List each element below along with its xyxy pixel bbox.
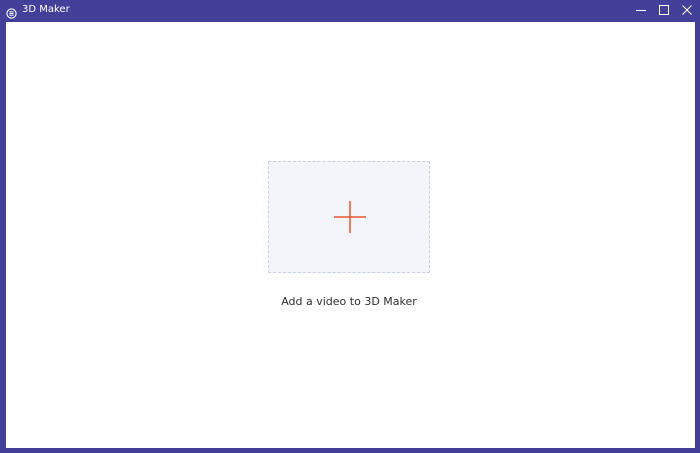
app-logo-icon xyxy=(6,4,17,19)
app-window: 3D Maker Add a video to 3D Maker xyxy=(0,0,700,453)
maximize-button[interactable] xyxy=(653,0,675,21)
title-bar[interactable]: 3D Maker xyxy=(0,0,700,21)
minimize-icon xyxy=(635,1,647,20)
plus-icon xyxy=(333,200,367,234)
minimize-button[interactable] xyxy=(630,0,652,21)
close-icon xyxy=(681,1,693,20)
window-title: 3D Maker xyxy=(22,4,70,15)
add-video-label: Add a video to 3D Maker xyxy=(281,295,417,308)
close-button[interactable] xyxy=(676,0,698,21)
main-content: Add a video to 3D Maker xyxy=(6,22,695,448)
add-video-dropzone[interactable] xyxy=(268,161,430,273)
maximize-icon xyxy=(658,1,670,20)
